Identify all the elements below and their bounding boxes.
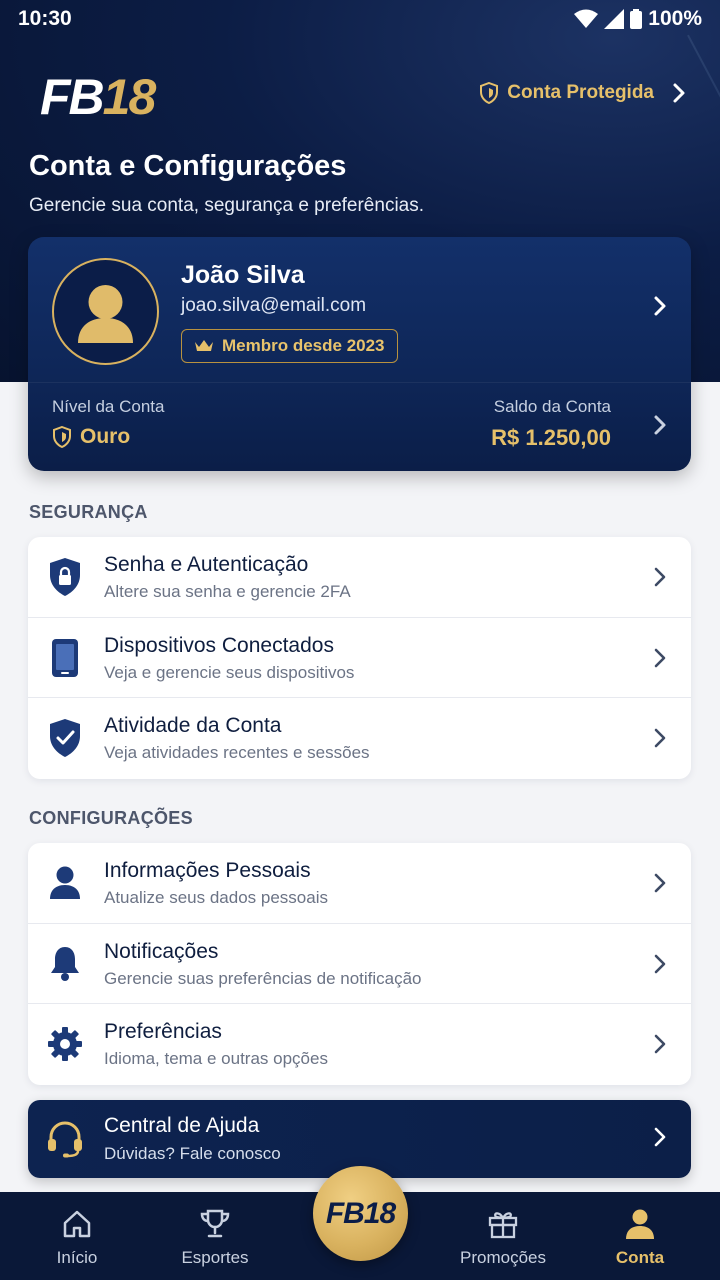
nav-center-home-button[interactable]: FB18 — [313, 1166, 408, 1261]
bell-icon — [46, 944, 84, 984]
list-item-subtitle: Veja atividades recentes e sessões — [104, 743, 370, 762]
list-item-title: Notificações — [104, 939, 219, 963]
list-item-title: Dispositivos Conectados — [104, 633, 334, 657]
protected-label: Conta Protegida — [507, 82, 654, 103]
balance-label: Saldo da Conta — [493, 397, 611, 416]
chevron-right-icon — [654, 954, 666, 973]
nav-label: Início — [56, 1248, 98, 1267]
balance-value: R$ 1.250,00 — [491, 425, 611, 450]
shield-check-icon — [46, 718, 84, 758]
chevron-right-icon — [654, 648, 666, 667]
section-title-security: SEGURANÇA — [29, 502, 148, 522]
app-logo: FB18 — [40, 69, 156, 125]
chevron-right-icon — [654, 296, 666, 316]
person-icon — [46, 863, 84, 903]
list-item-title: Informações Pessoais — [104, 859, 311, 882]
person-icon — [78, 285, 133, 343]
chevron-right-icon — [654, 873, 666, 893]
chevron-right-icon — [654, 1127, 666, 1147]
status-icons: 100% — [574, 7, 702, 31]
nav-label: Esportes — [181, 1248, 249, 1267]
list-item-devices[interactable]: Dispositivos Conectados Veja e gerencie … — [28, 618, 691, 698]
battery-level: 100% — [648, 7, 702, 30]
list-item-title: Preferências — [104, 1020, 222, 1043]
list-item-title: Atividade da Conta — [104, 714, 282, 737]
battery-icon — [630, 9, 643, 29]
settings-card: Informações Pessoais Atualize seus dados… — [28, 843, 691, 1085]
chevron-right-icon — [654, 1034, 666, 1054]
protected-account-link[interactable]: Conta Protegida — [479, 82, 686, 104]
divider — [28, 382, 691, 383]
account-level-value: Ouro — [52, 425, 130, 449]
shield-icon — [53, 426, 71, 448]
person-icon — [626, 1209, 654, 1239]
decorative-streak — [687, 34, 720, 266]
list-item-subtitle: Idioma, tema e outras opções — [104, 1049, 328, 1068]
list-item-preferences[interactable]: Preferências Idioma, tema e outras opçõe… — [28, 1004, 691, 1085]
chevron-right-icon — [654, 415, 666, 435]
avatar — [52, 258, 159, 365]
list-item-password[interactable]: Senha e Autenticação Altere sua senha e … — [28, 537, 691, 618]
home-icon — [63, 1210, 91, 1238]
list-item-activity[interactable]: Atividade da Conta Veja atividades recen… — [28, 698, 691, 779]
list-item-personal-info[interactable]: Informações Pessoais Atualize seus dados… — [28, 843, 691, 924]
gift-icon — [488, 1212, 518, 1239]
page-title: Conta e Configurações — [29, 150, 347, 182]
chevron-right-icon — [673, 83, 685, 103]
security-card: Senha e Autenticação Altere sua senha e … — [28, 537, 691, 779]
status-bar: 10:30 100% — [0, 0, 720, 38]
list-item-title: Senha e Autenticação — [104, 553, 309, 576]
help-subtitle: Dúvidas? Fale conosco — [104, 1144, 281, 1163]
list-item-subtitle: Veja e gerencie seus dispositivos — [104, 662, 355, 682]
gear-icon — [46, 1024, 84, 1064]
crown-icon — [195, 340, 213, 351]
account-level-label: Nível da Conta — [52, 397, 165, 416]
member-since-label: Membro desde 2023 — [222, 336, 385, 355]
nav-item-home[interactable]: Início — [17, 1192, 137, 1280]
signal-icon — [604, 9, 625, 29]
nav-item-sports[interactable]: Esportes — [155, 1192, 275, 1280]
trophy-icon — [200, 1209, 230, 1238]
headset-icon — [46, 1120, 84, 1163]
wifi-icon — [574, 9, 599, 28]
nav-center-logo: FB18 — [325, 1196, 396, 1230]
chevron-right-icon — [654, 728, 666, 748]
profile-card[interactable]: João Silva joao.silva@email.com Membro d… — [28, 237, 691, 471]
list-item-notifications[interactable]: Notificações Gerencie suas preferências … — [28, 924, 691, 1004]
profile-email: joao.silva@email.com — [181, 295, 367, 316]
section-title-settings: CONFIGURAÇÕES — [29, 808, 193, 828]
chevron-right-icon — [654, 567, 666, 587]
profile-name: João Silva — [181, 261, 305, 289]
nav-label: Conta — [615, 1248, 665, 1267]
list-item-subtitle: Atualize seus dados pessoais — [104, 888, 328, 907]
help-title: Central de Ajuda — [104, 1114, 260, 1137]
list-item-subtitle: Altere sua senha e gerencie 2FA — [104, 582, 351, 601]
nav-item-promotions[interactable]: Promoções — [443, 1192, 563, 1280]
phone-icon — [46, 638, 84, 678]
nav-item-account[interactable]: Conta — [580, 1192, 700, 1280]
member-badge: Membro desde 2023 — [181, 329, 398, 363]
nav-label: Promoções — [460, 1248, 546, 1267]
status-time: 10:30 — [18, 7, 72, 30]
shield-lock-icon — [46, 557, 84, 597]
page-subtitle: Gerencie sua conta, segurança e preferên… — [29, 195, 425, 216]
shield-icon — [480, 82, 499, 104]
list-item-subtitle: Gerencie suas preferências de notificaçã… — [104, 968, 422, 988]
